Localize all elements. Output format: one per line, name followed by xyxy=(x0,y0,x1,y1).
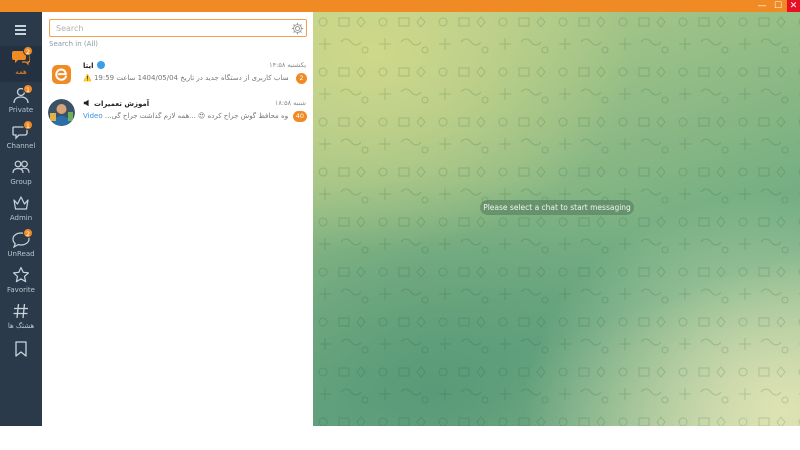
search-input[interactable] xyxy=(56,22,282,34)
verified-icon xyxy=(96,61,105,69)
eitaa-logo-icon xyxy=(48,61,75,88)
chat-time: شنبه ۱۸:۵۸ xyxy=(274,99,306,107)
search-scope-label: Search in (All) xyxy=(49,40,99,48)
avatar xyxy=(48,99,75,126)
group-icon xyxy=(12,160,30,174)
hashtag-icon xyxy=(13,303,28,319)
nav-item-favorite[interactable]: Favorite xyxy=(0,264,42,300)
nav-item-private[interactable]: 1 Private xyxy=(0,84,42,120)
chat-name: آموزش تعمیرات xyxy=(83,99,149,108)
chat-name: ایتا xyxy=(83,61,105,70)
maximize-button[interactable]: ☐ xyxy=(771,0,785,12)
minimize-button[interactable]: — xyxy=(755,0,769,12)
nav-favorite-label: Favorite xyxy=(7,286,35,294)
chat-time: یکشنبه ۱۴:۵۸ xyxy=(269,61,306,69)
nav-all-badge: 2 xyxy=(23,46,33,56)
nav-item-saved[interactable] xyxy=(0,338,42,374)
folder-sidebar: 2 همه 1 Private 1 Channel Group Admin 2 … xyxy=(0,12,42,426)
nav-channel-label: Channel xyxy=(6,142,36,150)
nav-item-admin[interactable]: Admin xyxy=(0,192,42,228)
nav-private-badge: 1 xyxy=(23,84,33,94)
chat-name-text: ایتا xyxy=(83,62,94,70)
crown-icon xyxy=(13,196,29,210)
nav-channel-badge: 1 xyxy=(23,120,33,130)
nav-item-group[interactable]: Group xyxy=(0,156,42,192)
chat-list-panel: Search in (All) ایتا یکشنبه ۱۴:۵۸ ⚠️ ورو… xyxy=(42,12,313,426)
megaphone-icon xyxy=(83,99,89,107)
chat-name-text: آموزش تعمیرات xyxy=(94,100,150,108)
chat-preview: Video ...شیوه محافظ گوش جراح کرده 😍 ...ه… xyxy=(83,112,288,120)
nav-item-unread[interactable]: 2 UnRead xyxy=(0,228,42,264)
unread-badge: 2 xyxy=(296,73,307,84)
nav-private-label: Private xyxy=(8,106,34,114)
video-tag: Video xyxy=(83,112,103,120)
gear-icon[interactable] xyxy=(291,22,304,35)
nav-unread-label: UnRead xyxy=(7,250,35,258)
nav-item-hashtag[interactable]: هشتگ ها xyxy=(0,300,42,336)
chat-area: Please select a chat to start messaging xyxy=(313,12,800,426)
background-pattern xyxy=(313,12,800,426)
star-icon xyxy=(13,266,29,283)
chat-preview-text: ...شیوه محافظ گوش جراح کرده 😍 ...همه لاز… xyxy=(104,112,288,120)
unread-badge: 40 xyxy=(292,111,307,122)
chat-item-eitaa[interactable]: ایتا یکشنبه ۱۴:۵۸ ⚠️ ورود به حساب کاربری… xyxy=(42,58,313,92)
nav-item-channel[interactable]: 1 Channel xyxy=(0,120,42,156)
nav-hashtag-label: هشتگ ها xyxy=(7,322,35,330)
nav-item-all[interactable]: 2 همه xyxy=(0,46,42,82)
nav-admin-label: Admin xyxy=(9,214,33,222)
title-bar: — ☐ ✕ xyxy=(0,0,800,12)
nav-all-label: همه xyxy=(15,68,27,76)
search-box xyxy=(49,19,307,37)
bookmark-icon xyxy=(15,341,27,357)
bottom-margin xyxy=(0,426,800,450)
close-button[interactable]: ✕ xyxy=(787,0,800,12)
select-chat-hint: Please select a chat to start messaging xyxy=(480,200,634,215)
channel-photo-icon xyxy=(48,99,75,126)
avatar xyxy=(48,61,75,88)
nav-unread-badge: 2 xyxy=(23,228,33,238)
nav-group-label: Group xyxy=(10,178,32,186)
chat-item-repair-channel[interactable]: آموزش تعمیرات شنبه ۱۸:۵۸ Video ...شیوه م… xyxy=(42,96,313,130)
hamburger-menu-icon[interactable] xyxy=(0,20,42,38)
chat-preview: ⚠️ ورود به حساب کاربری از دستگاه جدید در… xyxy=(83,74,288,82)
